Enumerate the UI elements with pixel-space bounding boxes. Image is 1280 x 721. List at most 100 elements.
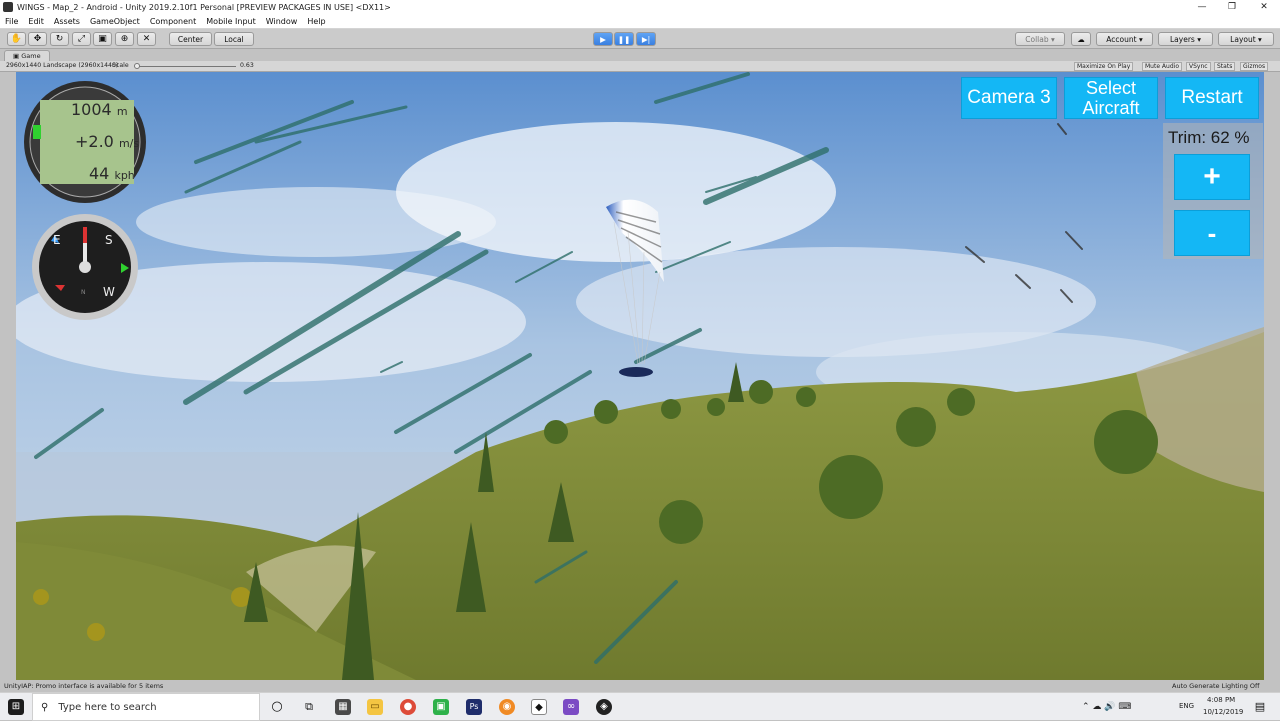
status-message[interactable]: UnityIAP: Promo interface is available f… — [4, 682, 163, 690]
menu-file[interactable]: File — [0, 17, 23, 26]
cloud-icon[interactable]: ☁ — [1071, 32, 1091, 46]
move-tool-icon[interactable]: ✥ — [28, 32, 47, 46]
language-indicator[interactable]: ENG — [1179, 702, 1194, 710]
search-icon: ⚲ — [41, 701, 49, 713]
scene-render — [16, 72, 1264, 680]
task-view-icon[interactable]: ⧉ — [301, 699, 317, 715]
collab-label: Collab ▾ — [1025, 34, 1055, 44]
select-aircraft-label: Select Aircraft — [1082, 78, 1140, 118]
taskbar-search-box[interactable]: ⚲ Type here to search — [32, 693, 260, 721]
rotate-tool-icon[interactable]: ↻ — [50, 32, 69, 46]
menu-bar: File Edit Assets GameObject Component Mo… — [0, 14, 1280, 29]
window-title: WINGS - Map_2 - Android - Unity 2019.2.1… — [17, 2, 391, 12]
restart-label: Restart — [1181, 87, 1243, 108]
select-aircraft-button[interactable]: Select Aircraft — [1064, 77, 1158, 119]
notification-icon[interactable]: ▤ — [1252, 699, 1268, 715]
menu-component[interactable]: Component — [145, 17, 201, 26]
windows-start-icon[interactable]: ⊞ — [8, 699, 24, 715]
compass-north: N — [81, 289, 86, 296]
scale-slider-handle[interactable] — [134, 63, 140, 69]
clock-time[interactable]: 4:08 PM — [1207, 696, 1235, 704]
airspeed-value: 44 — [89, 164, 110, 183]
rect-tool-icon[interactable]: ▣ — [93, 32, 112, 46]
scale-slider-track[interactable] — [136, 66, 236, 67]
minus-icon: - — [1207, 217, 1217, 248]
unity-logo-icon — [3, 2, 13, 12]
app-green-icon[interactable]: ▣ — [433, 699, 449, 715]
resolution-dropdown[interactable]: 2960x1440 Landscape (2960x1440) — [6, 62, 118, 69]
transform-tool-icon[interactable]: ⊕ — [115, 32, 134, 46]
restart-button[interactable]: Restart — [1165, 77, 1259, 119]
menu-assets[interactable]: Assets — [49, 17, 85, 26]
layers-label: Layers — [1170, 34, 1195, 44]
scale-tool-icon[interactable]: ⤢ — [72, 32, 91, 46]
menu-window[interactable]: Window — [261, 17, 303, 26]
minimize-button[interactable]: — — [1186, 0, 1218, 14]
trim-readout: Trim: 62 % — [1168, 128, 1250, 147]
camera-label: Camera 3 — [967, 87, 1051, 108]
space-label: Local — [224, 34, 244, 44]
collab-button[interactable]: Collab ▾ — [1015, 32, 1065, 46]
stats-toggle[interactable]: Stats — [1214, 62, 1236, 71]
vertical-speed-value: +2.0 — [75, 132, 114, 151]
vertical-speed-unit: m/s — [118, 137, 140, 150]
close-button[interactable]: ✕ — [1248, 0, 1280, 14]
menu-mobile-input[interactable]: Mobile Input — [201, 17, 261, 26]
pivot-local-button[interactable]: Local — [214, 32, 254, 46]
vsync-toggle[interactable]: VSync — [1186, 62, 1211, 71]
gizmos-dropdown[interactable]: Gizmos — [1240, 62, 1269, 71]
search-placeholder: Type here to search — [58, 701, 157, 713]
menu-help[interactable]: Help — [302, 17, 330, 26]
account-label: Account — [1106, 34, 1137, 44]
tab-game[interactable]: ▣ Game — [4, 50, 50, 61]
trim-increase-button[interactable]: + — [1174, 154, 1250, 200]
scale-label: Scale — [112, 62, 129, 69]
clock-date[interactable]: 10/12/2019 — [1203, 708, 1243, 716]
pivot-center-button[interactable]: Center — [169, 32, 212, 46]
game-tab-bar: ▣ Game — [0, 49, 1280, 61]
calculator-icon[interactable]: ▦ — [335, 699, 351, 715]
altitude-readout: 1004 m — [71, 100, 128, 119]
pivot-label: Center — [177, 34, 204, 44]
visual-studio-icon[interactable]: ∞ — [563, 699, 579, 715]
trim-decrease-button[interactable]: - — [1174, 210, 1250, 256]
blender-icon[interactable]: ◉ — [499, 699, 515, 715]
menu-gameobject[interactable]: GameObject — [85, 17, 145, 26]
pause-button[interactable]: ❚❚ — [614, 32, 634, 46]
chrome-icon[interactable]: ● — [400, 699, 416, 715]
compass-west: W — [103, 285, 115, 299]
cortana-icon[interactable]: ○ — [269, 699, 285, 715]
maximize-on-play-toggle[interactable]: Maximize On Play — [1074, 62, 1134, 71]
vertical-speed-readout: +2.0 m/s — [75, 132, 139, 151]
account-dropdown[interactable]: Account ▾ — [1096, 32, 1153, 46]
play-button[interactable]: ▶ — [593, 32, 613, 46]
editor-toolbar: ✋ ✥ ↻ ⤢ ▣ ⊕ ✕ Center Local ▶ ❚❚ ▶| Colla… — [0, 29, 1280, 49]
custom-tool-icon[interactable]: ✕ — [137, 32, 156, 46]
game-view-bar: 2960x1440 Landscape (2960x1440) Scale 0.… — [0, 61, 1280, 72]
photoshop-icon[interactable]: Ps — [466, 699, 482, 715]
hand-tool-icon[interactable]: ✋ — [7, 32, 26, 46]
window-title-bar: WINGS - Map_2 - Android - Unity 2019.2.1… — [0, 0, 1280, 14]
scale-value: 0.63 — [240, 62, 254, 69]
unity-taskbar-icon[interactable]: ◆ — [531, 699, 547, 715]
tray-icons[interactable]: ⌃ ☁ 🔊 ⌨ — [1082, 702, 1131, 712]
airspeed-unit: kph — [114, 169, 135, 182]
tab-game-label: Game — [21, 52, 41, 60]
maximize-button[interactable]: ❐ — [1216, 0, 1248, 14]
mute-audio-toggle[interactable]: Mute Audio — [1142, 62, 1182, 71]
layers-dropdown[interactable]: Layers ▾ — [1158, 32, 1213, 46]
menu-edit[interactable]: Edit — [23, 17, 49, 26]
unity-hub-icon[interactable]: ◈ — [596, 699, 612, 715]
plus-icon: + — [1203, 160, 1221, 193]
camera-button[interactable]: Camera 3 — [961, 77, 1057, 119]
step-button[interactable]: ▶| — [636, 32, 656, 46]
flight-instrument-gauge: 1004 m +2.0 m/s 44 kph — [23, 80, 147, 204]
file-explorer-icon[interactable]: ▭ — [367, 699, 383, 715]
airspeed-readout: 44 kph — [89, 164, 135, 183]
lighting-status[interactable]: Auto Generate Lighting Off — [1172, 682, 1260, 690]
compass-dial-icon — [32, 214, 138, 320]
layout-dropdown[interactable]: Layout ▾ — [1218, 32, 1274, 46]
layout-label: Layout — [1230, 34, 1256, 44]
game-viewport[interactable]: 1004 m +2.0 m/s 44 kph S E W N Camera 3 … — [16, 72, 1264, 680]
altitude-unit: m — [116, 105, 128, 118]
